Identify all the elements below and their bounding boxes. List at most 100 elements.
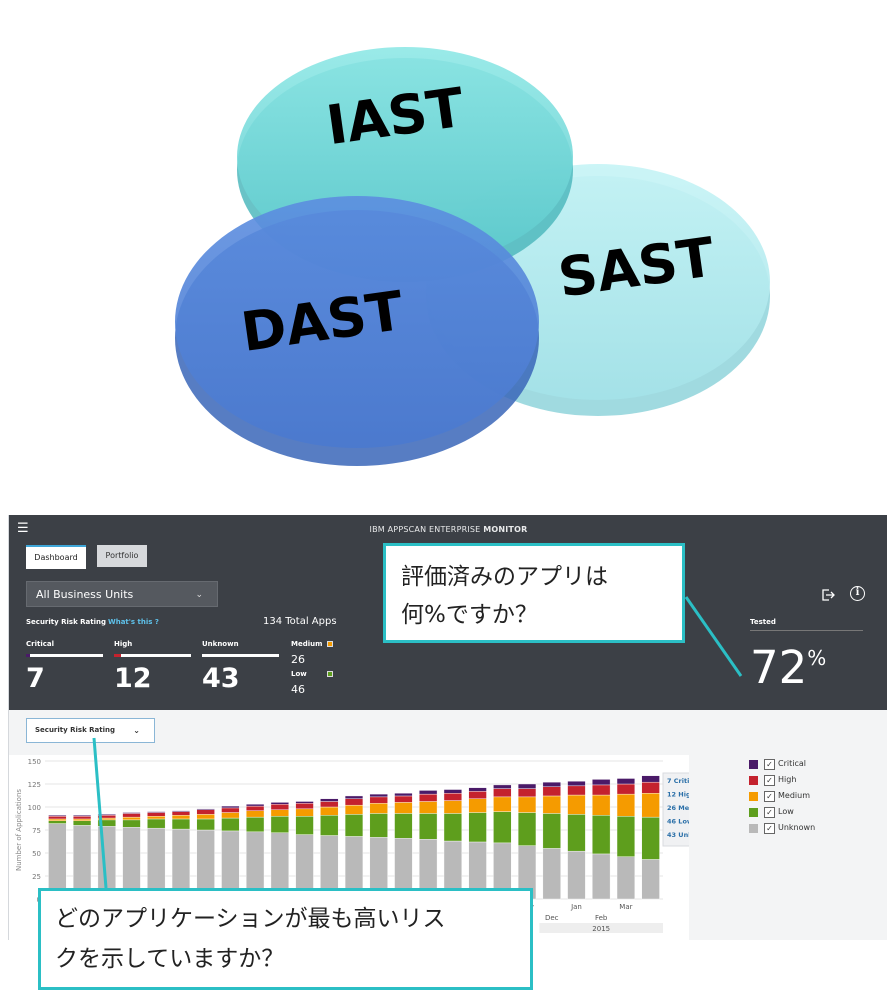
legend-swatch: [749, 776, 758, 785]
legend-swatch: [749, 760, 758, 769]
tooltip-line: 7 Critical: [667, 777, 689, 785]
tested-number: 72: [750, 641, 808, 694]
high-bar: [114, 654, 191, 657]
tab-dashboard[interactable]: Dashboard: [26, 545, 86, 569]
bar-segment-medium: [122, 816, 141, 821]
bar-segment-low: [394, 813, 413, 839]
business-unit-dropdown[interactable]: All Business Units ⌄: [26, 581, 218, 607]
bar-segment-medium: [246, 810, 265, 818]
bar-segment-low: [641, 816, 660, 860]
critical-label: Critical: [26, 640, 55, 648]
bar-segment-low: [517, 812, 537, 846]
bar-segment-high: [616, 783, 636, 795]
bar-segment-critical: [147, 811, 166, 813]
bar-segment-critical: [542, 781, 561, 787]
high-bar-mark: [114, 654, 121, 657]
export-icon[interactable]: [821, 588, 835, 602]
bar-segment-critical: [295, 801, 314, 804]
tested-question-line1: 評価済みのアプリは: [401, 564, 608, 590]
legend-item-critical[interactable]: ✓ Critical: [749, 758, 849, 774]
bar-segment-medium: [270, 809, 289, 817]
bar-segment-medium: [295, 808, 314, 817]
bar-segment-critical: [567, 781, 586, 787]
risk-question-line1: どのアプリケーションが最も高いリス: [55, 906, 446, 932]
total-apps-count: 134 Total Apps: [263, 616, 337, 627]
bar-segment-low: [369, 813, 388, 838]
whats-this-link[interactable]: What's this ?: [108, 618, 159, 626]
legend-item-high[interactable]: ✓ High: [749, 774, 849, 790]
bar-segment-high: [394, 795, 413, 803]
bar-segment-critical: [344, 795, 364, 799]
bar-segment-low: [122, 819, 141, 828]
legend-item-low[interactable]: ✓ Low: [749, 806, 849, 822]
legend-label: Critical: [778, 759, 806, 768]
y-tick-label: 25: [32, 873, 41, 881]
bar-segment-medium: [97, 817, 116, 821]
bar-segment-low: [270, 816, 289, 833]
bar-segment-critical: [517, 783, 537, 789]
legend-swatch: [749, 792, 758, 801]
y-tick-label: 150: [28, 758, 41, 766]
bar-segment-low: [493, 811, 512, 844]
bar-segment-unknown: [542, 848, 561, 900]
bar-segment-low: [72, 820, 92, 826]
bar-segment-low: [320, 815, 339, 836]
bar-segment-high: [97, 815, 116, 819]
legend-item-unknown[interactable]: ✓ Unknown: [749, 822, 849, 838]
bar-segment-critical: [419, 790, 438, 795]
info-icon[interactable]: i: [850, 586, 865, 601]
legend-swatch: [749, 808, 758, 817]
bar-segment-medium: [567, 794, 586, 815]
medium-label: Medium: [291, 640, 323, 648]
bar-segment-high: [443, 793, 462, 801]
chevron-down-icon: ⌄: [133, 726, 140, 735]
bar-segment-medium: [616, 793, 636, 817]
bar-segment-low: [592, 815, 611, 855]
tested-question-callout: 評価済みのアプリは 何%ですか？: [383, 543, 685, 643]
bar-segment-high: [567, 785, 586, 796]
security-risk-rating-label: Security Risk Rating: [26, 618, 107, 626]
bar-segment-critical: [592, 779, 611, 786]
bar-segment-high: [542, 786, 561, 797]
risk-question-line2: クを示していますか？: [55, 946, 285, 972]
bar-segment-low: [443, 813, 462, 842]
critical-bar: [26, 654, 103, 657]
tested-question-line2: 何%ですか？: [401, 602, 538, 628]
bar-segment-medium: [320, 806, 339, 816]
y-tick-label: 75: [32, 827, 41, 835]
checkbox-icon[interactable]: ✓: [764, 791, 775, 802]
critical-bar-mark: [26, 654, 30, 657]
legend-item-medium[interactable]: ✓ Medium: [749, 790, 849, 806]
low-count: 46: [291, 683, 305, 696]
bar-segment-medium: [72, 818, 92, 821]
bar-segment-high: [246, 805, 265, 811]
bar-segment-high: [493, 788, 512, 798]
medium-count: 26: [291, 653, 305, 666]
bar-segment-low: [344, 814, 364, 837]
unknown-label: Unknown: [202, 640, 239, 648]
bar-segment-medium: [369, 803, 388, 814]
legend-label: High: [778, 775, 797, 784]
bar-segment-critical: [221, 805, 240, 809]
chart-metric-dropdown[interactable]: Security Risk Rating ⌄: [26, 718, 155, 743]
bar-segment-unknown: [616, 856, 636, 900]
checkbox-icon[interactable]: ✓: [764, 759, 775, 770]
bar-segment-low: [221, 817, 240, 832]
bar-segment-critical: [72, 815, 92, 817]
bar-segment-high: [221, 807, 240, 813]
checkbox-icon[interactable]: ✓: [764, 823, 775, 834]
tab-portfolio[interactable]: Portfolio: [97, 545, 147, 567]
bar-segment-critical: [320, 798, 339, 802]
bar-segment-low: [616, 816, 636, 857]
bar-segment-medium: [517, 796, 537, 813]
high-count: 12: [114, 663, 152, 694]
checkbox-icon[interactable]: ✓: [764, 775, 775, 786]
bar-segment-critical: [443, 789, 462, 794]
bar-segment-critical: [48, 815, 67, 817]
x-tick-label: Mar: [619, 903, 632, 911]
checkbox-icon[interactable]: ✓: [764, 807, 775, 818]
app-title: IBM APPSCAN ENTERPRISE MONITOR: [9, 525, 887, 534]
bar-segment-medium: [419, 801, 438, 814]
bar-segment-high: [48, 816, 67, 820]
low-label: Low: [291, 670, 307, 678]
